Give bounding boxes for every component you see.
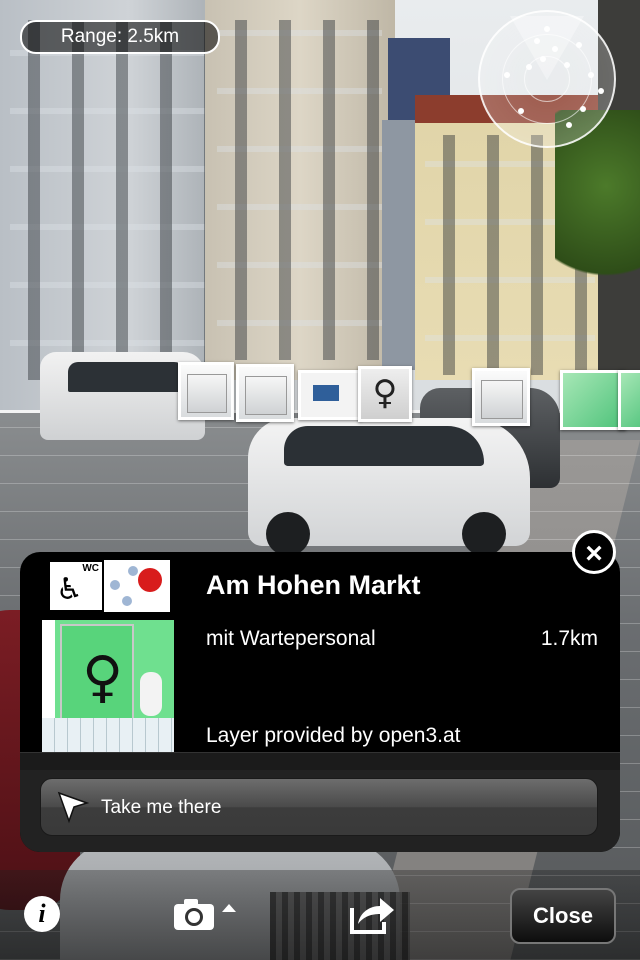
radar-dot (526, 64, 532, 70)
poi-marker[interactable] (298, 370, 362, 420)
poi-photo: ♀ (42, 620, 174, 752)
building-middle (205, 0, 395, 380)
camera-icon[interactable] (172, 896, 242, 932)
poi-title: Am Hohen Markt (206, 570, 421, 600)
poi-category-icons: WC ♿ (48, 560, 170, 612)
poi-marker[interactable] (618, 370, 640, 430)
radar-dot (540, 56, 546, 62)
card-divider (20, 752, 620, 771)
radar-dot (576, 42, 582, 48)
poi-marker[interactable] (358, 366, 412, 422)
radar-dot (588, 72, 594, 78)
poi-marker[interactable] (178, 362, 234, 420)
radar-dot (518, 108, 524, 114)
radar-icon[interactable] (478, 10, 616, 148)
share-icon[interactable] (348, 894, 396, 934)
range-indicator[interactable]: Range: 2.5km (20, 20, 220, 54)
radar-dot (544, 26, 550, 32)
building-left (0, 0, 215, 410)
radar-dot (534, 38, 540, 44)
radar-dot (598, 88, 604, 94)
poi-marker[interactable] (560, 370, 626, 430)
network-stop-icon (104, 560, 170, 612)
radar-dot (552, 46, 558, 52)
poi-distance: 1.7km (540, 627, 598, 650)
cursor-arrow-icon (57, 791, 90, 824)
close-circle-icon[interactable]: × (572, 530, 616, 574)
card-footer: Take me there (20, 770, 620, 852)
poi-subtitle: mit Wartepersonal (206, 627, 376, 650)
bottom-toolbar: i Close (0, 870, 640, 960)
radar-dot (504, 72, 510, 78)
poi-marker[interactable] (472, 368, 530, 426)
take-me-there-label: Take me there (101, 797, 222, 818)
poi-info-card: WC ♿ ♀ Am Hohen Markt mit Wartepersonal … (20, 552, 620, 852)
poi-layer-provider: Layer provided by open3.at (206, 724, 461, 747)
take-me-there-button[interactable]: Take me there (40, 778, 598, 836)
info-icon[interactable]: i (24, 896, 60, 932)
radar-dot (564, 62, 570, 68)
wheelchair-wc-icon: WC ♿ (48, 560, 104, 612)
parked-car-white (248, 418, 530, 556)
radar-dot (566, 122, 572, 128)
radar-dot (580, 106, 586, 112)
poi-marker[interactable] (236, 364, 294, 422)
close-button[interactable]: Close (510, 888, 616, 944)
